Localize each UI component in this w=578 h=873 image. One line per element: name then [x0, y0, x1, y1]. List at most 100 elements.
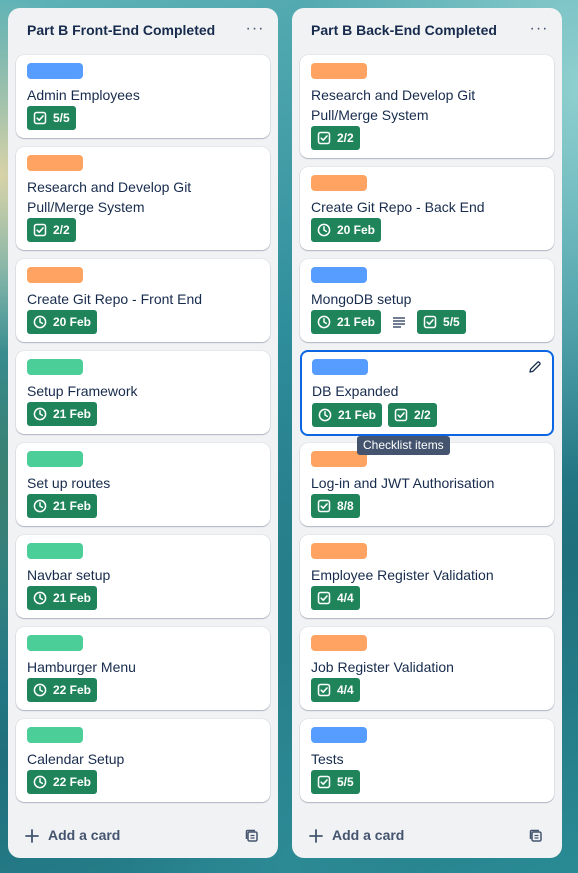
card-label-orange[interactable] — [311, 635, 367, 651]
clock-icon — [33, 775, 53, 789]
card-label-blue[interactable] — [311, 267, 367, 283]
checklist-badge[interactable]: 2/2 — [27, 218, 76, 242]
plus-icon — [25, 829, 39, 843]
checklist-badge[interactable]: 5/5 — [417, 310, 466, 334]
card-badges: 21 Feb 2/2 — [312, 403, 437, 427]
badge-text: 21 Feb — [53, 591, 92, 605]
card-badges: 2/2 — [27, 218, 76, 242]
card-badges: 8/8 — [311, 494, 360, 518]
badge-text: 2/2 — [53, 223, 70, 237]
card-label-orange[interactable] — [27, 155, 83, 171]
card[interactable]: Setup Framework 21 Feb — [16, 351, 270, 434]
create-from-template-icon[interactable] — [528, 828, 544, 844]
list-header[interactable]: Part B Back-End Completed ··· — [292, 8, 562, 54]
due-date-badge[interactable]: 20 Feb — [311, 218, 382, 242]
card[interactable]: Calendar Setup 22 Feb — [16, 719, 270, 802]
add-card-button[interactable]: Add a card — [16, 820, 270, 852]
card-badges: 5/5 — [311, 770, 360, 794]
card[interactable]: Employee Register Validation 4/4 — [300, 535, 554, 618]
card-label-orange[interactable] — [27, 267, 83, 283]
card-label-green[interactable] — [27, 451, 83, 467]
checklist-badge[interactable]: 8/8 — [311, 494, 360, 518]
card-badges: 4/4 — [311, 678, 360, 702]
card-badges: 21 Feb — [27, 586, 98, 610]
card[interactable]: Set up routes 21 Feb — [16, 443, 270, 526]
due-date-badge[interactable]: 21 Feb — [311, 310, 382, 334]
badge-text: 22 Feb — [53, 683, 92, 697]
list-title[interactable]: Part B Front-End Completed — [27, 22, 215, 38]
card[interactable]: DB Expanded 21 Feb 2/2 — [300, 350, 554, 436]
clock-icon — [33, 683, 53, 697]
card[interactable]: Tests 5/5 — [300, 719, 554, 802]
checklist-icon — [317, 131, 337, 145]
checklist-badge[interactable]: 2/2 — [388, 403, 437, 427]
checklist-icon — [394, 408, 414, 422]
card[interactable]: Hamburger Menu 22 Feb — [16, 627, 270, 710]
card-badges: 22 Feb — [27, 770, 98, 794]
card-label-green[interactable] — [27, 727, 83, 743]
badge-text: 21 Feb — [337, 315, 376, 329]
description-icon — [391, 314, 407, 330]
card[interactable]: Create Git Repo - Back End 20 Feb — [300, 167, 554, 250]
due-date-badge[interactable]: 21 Feb — [312, 403, 383, 427]
card-title: Job Register Validation — [311, 659, 454, 675]
badge-text: 20 Feb — [53, 315, 92, 329]
card[interactable]: Create Git Repo - Front End 20 Feb — [16, 259, 270, 342]
list-header[interactable]: Part B Front-End Completed ··· — [8, 8, 278, 54]
clock-icon — [318, 408, 338, 422]
card[interactable]: Log-in and JWT Authorisation 8/8 — [300, 443, 554, 526]
checklist-badge[interactable]: 5/5 — [311, 770, 360, 794]
card[interactable]: MongoDB setup 21 Feb 5/5 — [300, 259, 554, 342]
card-badges: 21 Feb 5/5 — [311, 310, 466, 334]
checklist-icon — [317, 775, 337, 789]
pencil-icon[interactable] — [528, 360, 542, 374]
badge-text: 21 Feb — [338, 408, 377, 422]
card-label-orange[interactable] — [311, 63, 367, 79]
create-from-template-icon[interactable] — [244, 828, 260, 844]
card-title: DB Expanded — [312, 383, 399, 399]
checklist-icon — [317, 499, 337, 513]
card-label-green[interactable] — [27, 635, 83, 651]
card-label-blue[interactable] — [312, 359, 368, 375]
badge-text: 2/2 — [337, 131, 354, 145]
checklist-badge[interactable]: 4/4 — [311, 586, 360, 610]
card-badges: 21 Feb — [27, 494, 98, 518]
clock-icon — [33, 315, 53, 329]
card-title: Research and Develop Git Pull/Merge Syst… — [27, 179, 192, 215]
card[interactable]: Research and Develop Git Pull/Merge Syst… — [16, 147, 270, 250]
card[interactable]: Job Register Validation 4/4 — [300, 627, 554, 710]
card-title: Create Git Repo - Front End — [27, 291, 203, 307]
card-badges: 4/4 — [311, 586, 360, 610]
card-label-orange[interactable] — [311, 543, 367, 559]
card-title: Create Git Repo - Back End — [311, 199, 485, 215]
due-date-badge[interactable]: 21 Feb — [27, 402, 98, 426]
clock-icon — [33, 407, 53, 421]
card[interactable]: Navbar setup 21 Feb — [16, 535, 270, 618]
badge-text: 20 Feb — [337, 223, 376, 237]
card-title: Hamburger Menu — [27, 659, 136, 675]
card-label-blue[interactable] — [311, 727, 367, 743]
due-date-badge[interactable]: 22 Feb — [27, 678, 98, 702]
card-label-orange[interactable] — [311, 175, 367, 191]
badge-text: 21 Feb — [53, 499, 92, 513]
checklist-badge[interactable]: 4/4 — [311, 678, 360, 702]
checklist-badge[interactable]: 2/2 — [311, 126, 360, 150]
due-date-badge[interactable]: 21 Feb — [27, 586, 98, 610]
card-badges: 20 Feb — [27, 310, 98, 334]
card-label-blue[interactable] — [27, 63, 83, 79]
list-title[interactable]: Part B Back-End Completed — [311, 22, 497, 38]
due-date-badge[interactable]: 20 Feb — [27, 310, 98, 334]
badge-text: 2/2 — [414, 408, 431, 422]
card[interactable]: Admin Employees 5/5 — [16, 55, 270, 138]
due-date-badge[interactable]: 21 Feb — [27, 494, 98, 518]
list-menu-button[interactable]: ··· — [242, 18, 268, 44]
card-label-green[interactable] — [27, 543, 83, 559]
card[interactable]: Research and Develop Git Pull/Merge Syst… — [300, 55, 554, 158]
due-date-badge[interactable]: 22 Feb — [27, 770, 98, 794]
add-card-button[interactable]: Add a card — [300, 820, 554, 852]
list-menu-button[interactable]: ··· — [526, 18, 552, 44]
card-label-green[interactable] — [27, 359, 83, 375]
plus-icon — [309, 829, 323, 843]
badge-text: 4/4 — [337, 591, 354, 605]
checklist-badge[interactable]: 5/5 — [27, 106, 76, 130]
